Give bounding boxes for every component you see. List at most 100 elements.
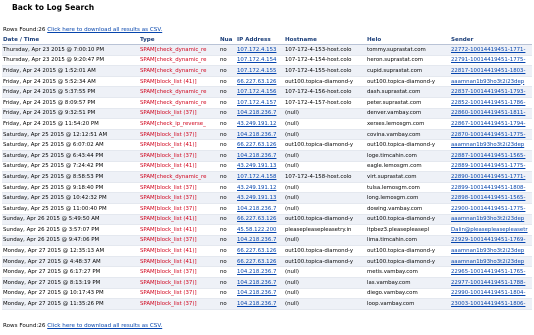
cell-ip-link[interactable]: 43.249.191.12 [237, 185, 276, 191]
cell-date: Monday, Apr 27 2015 @ 10:17:43 PM [2, 288, 139, 300]
cell-ip-link[interactable]: 66.227.63.126 [237, 259, 276, 265]
table-row: Saturday, Apr 25 2015 @ 12:12:51 AM SPAM[… [2, 129, 532, 141]
cell-sender: 22977-10014419451-1788- [450, 277, 532, 289]
table-row: Saturday, Apr 25 2015 @ 10:42:32 PM SPAM[… [2, 192, 532, 204]
cell-type: SPAM[check_dynamic_re [139, 97, 219, 109]
cell-type: SPAM[check_dynamic_re [139, 171, 219, 183]
cell-hostname: (null) [284, 182, 366, 194]
cell-sender-link[interactable]: 23003-10014419451-1806- [451, 301, 525, 307]
cell-sender: aaamnan1b93ho3t2i23dep [450, 214, 532, 226]
cell-hostname: (null) [284, 129, 366, 141]
cell-sender-link[interactable]: 22965-10014419451-1765- [451, 269, 525, 275]
cell-sender: 23003-10014419451-1806- [450, 298, 532, 310]
cell-sender-link[interactable]: aaamnan1b93ho3t2i23dep [451, 216, 524, 222]
cell-ip-link[interactable]: 107.172.4.157 [237, 100, 276, 106]
cell-ip-link[interactable]: 43.249.191.13 [237, 195, 276, 201]
cell-sender-link[interactable]: 22890-10014419451-1771- [451, 174, 525, 180]
cell-sender-link[interactable]: 22889-10014419451-1775- [451, 163, 525, 169]
column-header-helo[interactable]: Helo [366, 35, 450, 45]
cell-ip-link[interactable]: 66.227.63.126 [237, 248, 276, 254]
cell-sender-link[interactable]: 22860-10014419451-1811- [451, 110, 525, 116]
cell-ip-link[interactable]: 104.218.236.7 [237, 237, 276, 243]
cell-ip-link[interactable]: 104.218.236.7 [237, 153, 276, 159]
cell-sender-link[interactable]: Dalin@pleasepleasepleasetr [451, 227, 528, 233]
cell-ip: 104.218.236.7 [236, 298, 284, 310]
cell-ip-link[interactable]: 104.218.236.7 [237, 269, 276, 275]
cell-ip: 107.172.4.158 [236, 171, 284, 183]
cell-helo: long.lemosgm.com [366, 192, 450, 204]
cell-nua: no [219, 129, 236, 141]
cell-sender-link[interactable]: 22852-10014419451-1786- [451, 100, 525, 106]
cell-sender-link[interactable]: 22817-10014419451-1803- [451, 68, 525, 74]
cell-type: SPAM[block_list (37)] [139, 203, 219, 215]
cell-sender: Dalin@pleasepleasepleasetr [450, 224, 532, 236]
column-header-ip[interactable]: IP Address [236, 35, 284, 45]
cell-sender: 22899-10014419451-1808- [450, 182, 532, 194]
cell-sender-link[interactable]: 22837-10014419451-1793- [451, 89, 525, 95]
cell-sender-link[interactable]: 22772-10014419451-1771- [451, 47, 525, 53]
cell-sender: 22900-10014419451-1775- [450, 203, 532, 215]
back-to-log-search-link[interactable]: Back to Log Search [12, 3, 94, 12]
cell-date: Sunday, Apr 26 2015 @ 5:49:50 AM [2, 214, 139, 226]
cell-ip-link[interactable]: 104.218.236.7 [237, 290, 276, 296]
cell-hostname: 107-172-4-154-host.colo [284, 55, 366, 67]
table-row: Saturday, Apr 25 2015 @ 6:43:44 PM SPAM[b… [2, 150, 532, 162]
cell-sender: 22887-10014419451-1565- [450, 150, 532, 162]
cell-ip-link[interactable]: 107.172.4.158 [237, 174, 276, 180]
table-row: Saturday, Apr 25 2015 @ 9:18:40 PM SPAM[b… [2, 182, 532, 194]
cell-hostname: 107-172-4-157-host.colo [284, 97, 366, 109]
cell-ip-link[interactable]: 107.172.4.155 [237, 68, 276, 74]
cell-ip-link[interactable]: 43.249.191.12 [237, 121, 276, 127]
cell-date: Monday, Apr 27 2015 @ 6:17:27 PM [2, 266, 139, 279]
cell-ip-link[interactable]: 107.172.4.154 [237, 57, 276, 63]
log-results-page: Back to Log Search Rows Found:26 Click h… [0, 0, 534, 335]
cell-sender-link[interactable]: aaamnan1b93ho3t2i23dep [451, 142, 524, 148]
cell-ip-link[interactable]: 43.249.191.13 [237, 163, 276, 169]
cell-type: SPAM[block_list (37)] [139, 288, 219, 300]
column-header-type[interactable]: Type [139, 35, 219, 45]
download-csv-link-top[interactable]: Click here to download all results as CS… [47, 27, 162, 33]
cell-ip-link[interactable]: 45.58.122.200 [237, 227, 276, 233]
column-header-hostname[interactable]: Hostname [284, 35, 366, 45]
cell-sender-link[interactable]: 22867-10014419451-1794- [451, 121, 525, 127]
cell-ip-link[interactable]: 66.227.63.126 [237, 216, 276, 222]
table-row: Monday, Apr 27 2015 @ 12:35:13 AM SPAM[bl… [2, 245, 532, 257]
cell-type: SPAM[block_list (41)] [139, 139, 219, 151]
table-row: Sunday, Apr 26 2015 @ 5:49:50 AM SPAM[blo… [2, 214, 532, 226]
cell-hostname: (null) [284, 203, 366, 215]
column-header-sender[interactable]: Sender [450, 35, 532, 45]
cell-hostname: out100.topica-diamond-y [284, 256, 366, 268]
cell-sender-link[interactable]: 22990-10014419451-1804- [451, 290, 525, 296]
cell-sender-link[interactable]: 22929-10014419451-1769- [451, 237, 525, 243]
cell-ip-link[interactable]: 104.218.236.7 [237, 132, 276, 138]
download-csv-link-bottom[interactable]: Click here to download all results as CS… [47, 323, 162, 329]
column-header-date[interactable]: Date / Time [2, 35, 139, 45]
cell-ip: 66.227.63.126 [236, 245, 284, 257]
cell-sender-link[interactable]: 22887-10014419451-1565- [451, 153, 525, 159]
cell-date: Sunday, Apr 26 2015 @ 3:57:07 PM [2, 224, 139, 236]
cell-sender-link[interactable]: 22791-10014419451-1775- [451, 57, 525, 63]
cell-ip-link[interactable]: 104.218.236.7 [237, 110, 276, 116]
cell-ip-link[interactable]: 104.218.236.7 [237, 280, 276, 286]
cell-sender-link[interactable]: 22977-10014419451-1788- [451, 280, 525, 286]
cell-sender-link[interactable]: aaamnan1b93ho3t2i23dep [451, 248, 524, 254]
cell-ip-link[interactable]: 107.172.4.153 [237, 47, 276, 53]
cell-ip-link[interactable]: 104.218.236.7 [237, 206, 276, 212]
cell-ip-link[interactable]: 107.172.4.156 [237, 89, 276, 95]
column-header-nua[interactable]: Nua [219, 35, 236, 45]
cell-sender-link[interactable]: 22898-10014419451-1565- [451, 195, 525, 201]
cell-sender-link[interactable]: 22870-10014419451-1775- [451, 132, 525, 138]
cell-ip-link[interactable]: 66.227.63.126 [237, 79, 276, 85]
cell-date: Sunday, Apr 26 2015 @ 9:47:06 PM [2, 235, 139, 247]
table-row: Saturday, Apr 25 2015 @ 11:00:40 PM SPAM[… [2, 203, 532, 215]
cell-ip-link[interactable]: 104.218.236.7 [237, 301, 276, 307]
cell-sender-link[interactable]: 22899-10014419451-1808- [451, 185, 525, 191]
cell-ip-link[interactable]: 66.227.63.126 [237, 142, 276, 148]
cell-type: SPAM[block_list (37)] [139, 108, 219, 120]
cell-sender-link[interactable]: aaamnan1b93ho3t2i23dep [451, 79, 524, 85]
cell-nua: no [219, 214, 236, 226]
cell-sender-link[interactable]: aaamnan1b93ho3t2i23dep [451, 259, 524, 265]
cell-sender-link[interactable]: 22900-10014419451-1775- [451, 206, 525, 212]
cell-nua: no [219, 97, 236, 109]
cell-helo: tulsa.lemosgm.com [366, 182, 450, 194]
